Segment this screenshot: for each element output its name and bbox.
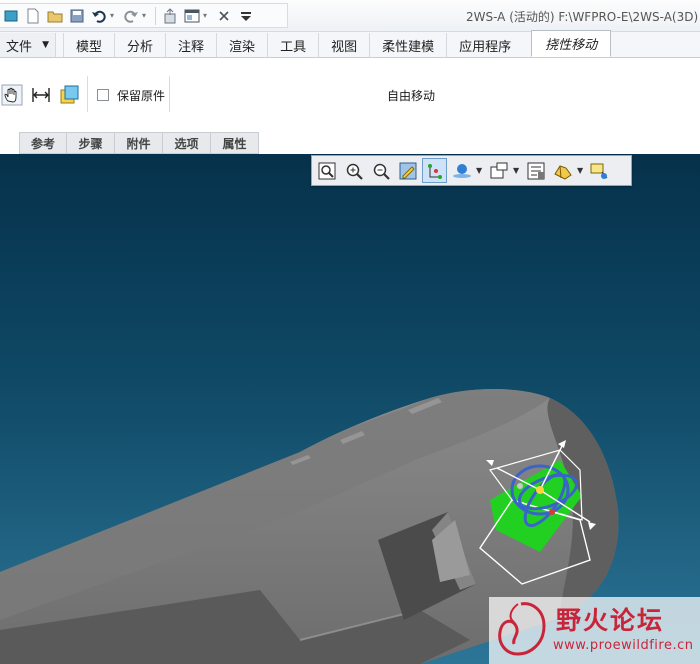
redo-dropdown-icon[interactable]: ▾ <box>142 11 152 20</box>
drag-hand-icon[interactable] <box>0 84 24 106</box>
window-title: 2WS-A (活动的) F:\WFPRO-E\2WS-A(3D) <box>466 10 699 24</box>
datum-display-icon[interactable] <box>422 158 447 183</box>
tab-analysis[interactable]: 分析 <box>114 33 165 57</box>
customize-icon[interactable] <box>235 5 257 27</box>
subtab-attachments[interactable]: 附件 <box>114 132 163 154</box>
graphics-toolbar: ▼ ▼ ▼ <box>311 155 632 186</box>
refit-icon[interactable] <box>314 158 339 183</box>
undo-dropdown-icon[interactable]: ▾ <box>110 11 120 20</box>
toolbar-separator <box>155 6 156 25</box>
windows-dropdown-icon[interactable]: ▾ <box>203 11 213 20</box>
tab-view[interactable]: 视图 <box>318 33 369 57</box>
save-icon[interactable] <box>66 5 88 27</box>
spin-center-icon[interactable] <box>449 158 474 183</box>
ribbon-panel: 保留原件 自由移动 <box>0 58 700 132</box>
app-icon[interactable] <box>0 5 22 27</box>
zoom-in-icon[interactable] <box>341 158 366 183</box>
dashboard-tabs: 参考 步骤 附件 选项 属性 <box>0 132 700 154</box>
tab-applications[interactable]: 应用程序 <box>446 33 523 57</box>
open-icon[interactable] <box>44 5 66 27</box>
display-style-dropdown-icon[interactable]: ▼ <box>577 166 585 175</box>
ribbon-tabs: 文件 ▼ 模型 分析 注释 渲染 工具 视图 柔性建模 应用程序 挠性移动 <box>0 30 700 58</box>
zoom-out-icon[interactable] <box>368 158 393 183</box>
tab-flexible-modeling[interactable]: 柔性建模 <box>369 33 446 57</box>
display-style-icon[interactable] <box>550 158 575 183</box>
spin-center-dropdown-icon[interactable]: ▼ <box>476 166 484 175</box>
measure-icon[interactable] <box>29 84 53 106</box>
saved-views-dropdown-icon[interactable]: ▼ <box>513 166 521 175</box>
annotation-display-icon[interactable] <box>587 158 612 183</box>
tab-file-label: 文件 <box>6 39 33 55</box>
new-icon[interactable] <box>22 5 44 27</box>
subtab-properties[interactable]: 属性 <box>210 132 259 154</box>
copy-geometry-icon[interactable] <box>57 84 81 106</box>
windows-icon[interactable] <box>181 5 203 27</box>
graphics-viewport[interactable] <box>0 154 700 664</box>
tab-annotate[interactable]: 注释 <box>165 33 216 57</box>
undo-icon[interactable] <box>88 5 110 27</box>
close-window-icon[interactable] <box>213 5 235 27</box>
free-move-label: 自由移动 <box>387 89 436 103</box>
quick-access-toolbar: ▾ ▾ ▾ <box>0 3 288 28</box>
tab-flexible-move[interactable]: 挠性移动 <box>531 30 612 57</box>
keep-original-checkbox[interactable] <box>97 89 109 101</box>
repaint-icon[interactable] <box>395 158 420 183</box>
view-manager-icon[interactable] <box>523 158 548 183</box>
watermark-url: www.proewildfire.cn <box>553 638 694 653</box>
tab-render[interactable]: 渲染 <box>216 33 267 57</box>
keep-original-label: 保留原件 <box>117 89 166 103</box>
title-bar: ▾ ▾ ▾ 2WS-A (活动的) F:\WFPRO-E\2WS-A(3D) <box>0 0 700 32</box>
tab-model[interactable]: 模型 <box>63 33 114 57</box>
ribbon-separator <box>87 76 88 112</box>
tab-gap <box>56 33 63 57</box>
saved-views-icon[interactable] <box>486 158 511 183</box>
subtab-steps[interactable]: 步骤 <box>66 132 115 154</box>
subtab-references[interactable]: 参考 <box>19 132 67 154</box>
watermark-text: 野火论坛 <box>556 606 665 635</box>
redo-icon[interactable] <box>120 5 142 27</box>
tab-file[interactable]: 文件 ▼ <box>0 33 56 57</box>
regenerate-icon[interactable] <box>159 5 181 27</box>
tab-tools[interactable]: 工具 <box>267 33 318 57</box>
subtab-options[interactable]: 选项 <box>162 132 211 154</box>
watermark-logo-icon <box>498 602 546 656</box>
ribbon-separator <box>169 76 170 112</box>
model-scene <box>0 389 619 664</box>
chevron-down-icon: ▼ <box>42 40 49 50</box>
